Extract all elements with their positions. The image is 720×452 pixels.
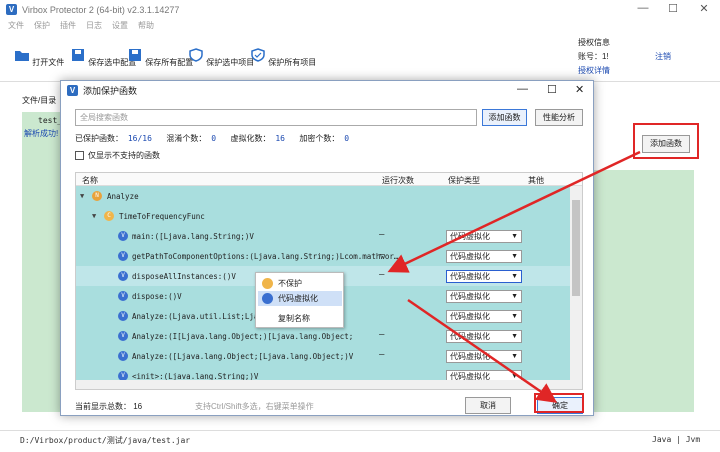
arrow-to-ok xyxy=(407,298,558,403)
annotation-arrows xyxy=(387,150,641,403)
arrow-to-row xyxy=(387,150,641,273)
highlight-box-ok xyxy=(534,393,584,413)
